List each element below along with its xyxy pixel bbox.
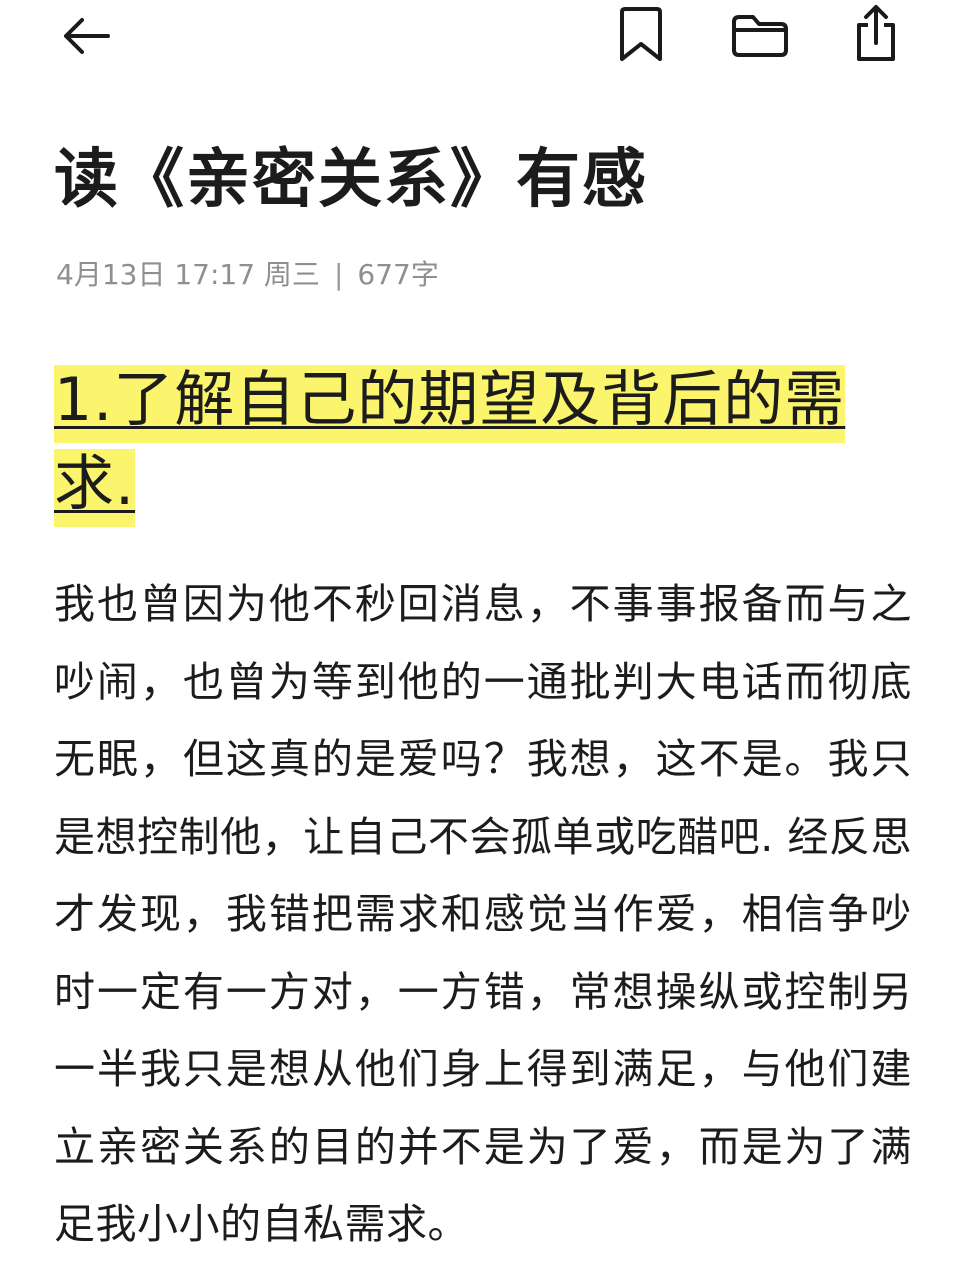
section-heading: 1.了解自己的期望及背后的需求. [54, 358, 884, 527]
back-button[interactable] [56, 8, 116, 64]
top-toolbar [0, 0, 961, 80]
share-button[interactable] [848, 0, 904, 66]
note-meta: 4月13日 17:17 周三 | 677字 [56, 255, 439, 295]
highlighted-heading-text: 1.了解自己的期望及背后的需求. [54, 365, 846, 527]
meta-separator: | [333, 258, 344, 291]
bookmark-button[interactable] [610, 2, 672, 66]
note-date: 4月13日 17:17 周三 [56, 258, 320, 291]
arrow-left-icon [64, 18, 110, 54]
note-body[interactable]: 我也曾因为他不秒回消息，不事事报备而与之吵闹，也曾为等到他的一通批判大电话而彻底… [54, 566, 912, 1264]
folder-button[interactable] [725, 6, 795, 66]
folder-icon [732, 15, 788, 57]
share-icon [857, 5, 895, 61]
bookmark-icon [620, 7, 662, 61]
word-count: 677字 [357, 258, 439, 291]
note-title: 读《亲密关系》有感 [54, 143, 648, 217]
